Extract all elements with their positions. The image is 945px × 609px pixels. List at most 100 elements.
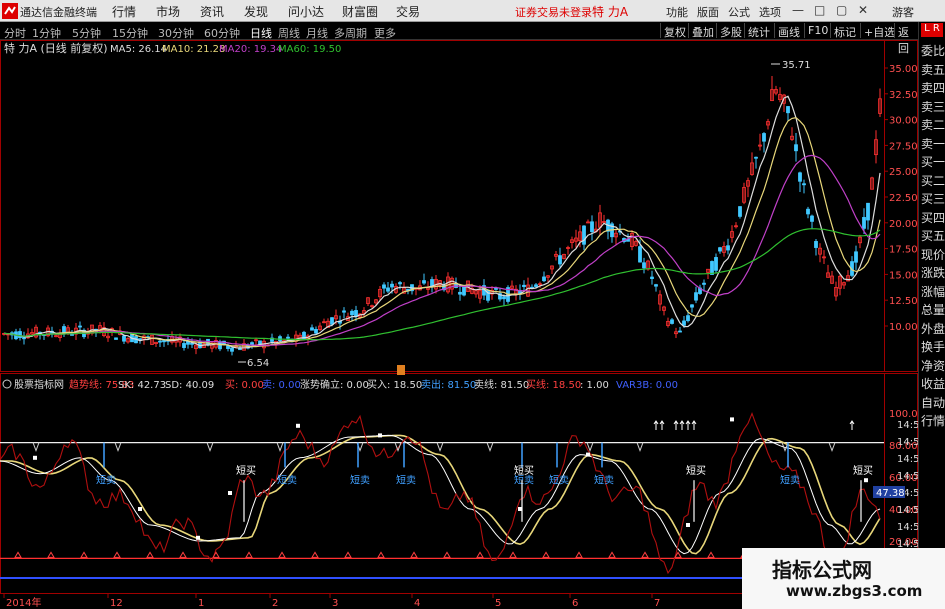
sidebar-item[interactable]: 买一 — [920, 153, 945, 170]
menu-wealth-circle[interactable]: 财富圈 — [342, 3, 378, 20]
candle-body — [754, 156, 758, 159]
sidebar-item[interactable]: 收益 — [920, 375, 945, 392]
link-functions[interactable]: 功能 — [666, 4, 688, 20]
high-annotation: 35.71 — [771, 60, 811, 71]
price-tick-label: 10.00 — [889, 322, 918, 333]
period-15min[interactable]: 15分钟 — [112, 25, 148, 41]
period-multi[interactable]: 多周期 — [334, 25, 367, 41]
close-icon[interactable]: ✕ — [858, 3, 868, 17]
back-button[interactable]: 返回 — [894, 23, 918, 55]
period-more[interactable]: 更多 — [374, 25, 396, 41]
sidebar-item[interactable]: 买四 — [920, 209, 945, 226]
sidebar-item[interactable]: 现价 — [920, 246, 945, 263]
buy-zone-marker — [707, 551, 715, 558]
event-marker-icon[interactable] — [397, 365, 405, 375]
menu-market[interactable]: 市场 — [156, 3, 180, 20]
price-tick-label: 30.00 — [889, 116, 918, 127]
main-legend-stock: 特 力A (日线 前复权) — [4, 41, 108, 55]
date-tick-label: 2014年 — [6, 596, 41, 609]
overlay-button[interactable]: 叠加 — [688, 23, 717, 39]
sidebar-item[interactable]: 卖四 — [920, 79, 945, 96]
draw-line-button[interactable]: 画线 — [774, 23, 803, 39]
sidebar-item[interactable]: 卖三 — [920, 98, 945, 115]
sidebar-item[interactable]: 净资 — [920, 357, 945, 374]
candle-body — [762, 133, 766, 142]
candle-body — [78, 325, 82, 328]
sell-zone-marker — [114, 442, 122, 453]
buy-zone-marker — [14, 551, 22, 558]
menu-ask-xiaoda[interactable]: 问小达 — [288, 3, 324, 20]
price-tick-label: 15.00 — [889, 270, 918, 281]
menu-trade[interactable]: 交易 — [396, 3, 420, 20]
sidebar-item[interactable]: 卖一 — [920, 135, 945, 152]
period-1min[interactable]: 1分钟 — [32, 25, 61, 41]
sidebar-item[interactable]: 换手 — [920, 338, 945, 355]
date-tick-label: 12 — [110, 598, 123, 609]
candle-body — [682, 320, 686, 326]
period-5min[interactable]: 5分钟 — [72, 25, 101, 41]
sidebar-item[interactable]: 买三 — [920, 190, 945, 207]
candle-body — [710, 261, 714, 275]
date-tick-label: 7 — [654, 598, 660, 609]
period-daily[interactable]: 日线 — [250, 25, 272, 41]
buy-zone-marker — [80, 551, 88, 558]
sidebar-item[interactable]: 买二 — [920, 172, 945, 189]
maximize-icon[interactable]: ▢ — [836, 3, 847, 17]
f10-button[interactable]: F10 — [804, 23, 831, 38]
statistics-button[interactable]: 统计 — [744, 23, 773, 39]
sell-zone-marker — [828, 442, 836, 453]
candle-body — [70, 334, 74, 336]
sidebar-item[interactable]: 卖二 — [920, 116, 945, 133]
candle-body — [670, 319, 674, 324]
menu-quotes[interactable]: 行情 — [112, 3, 136, 20]
restore-icon[interactable]: □ — [814, 3, 825, 17]
candle-body — [650, 276, 654, 279]
mark-button[interactable]: 标记 — [830, 23, 859, 39]
period-monthly[interactable]: 月线 — [306, 25, 328, 41]
sell-zone-marker — [636, 442, 644, 453]
link-formula[interactable]: 公式 — [728, 4, 750, 20]
period-weekly[interactable]: 周线 — [278, 25, 300, 41]
period-60min[interactable]: 60分钟 — [204, 25, 240, 41]
link-layout[interactable]: 版面 — [697, 4, 719, 20]
sell-zone-marker — [206, 442, 214, 453]
menu-discover[interactable]: 发现 — [244, 3, 268, 20]
candle-body — [226, 345, 230, 349]
sidebar-item[interactable]: 卖五 — [920, 61, 945, 78]
sidebar-item[interactable]: 外盘 — [920, 320, 945, 337]
buy-zone-marker — [542, 551, 550, 558]
app-title: 通达信金融终端 — [20, 6, 97, 19]
stock-chart[interactable]: 特 力A (日线 前复权) MA5: 26.14MA10: 21.28MA20:… — [0, 40, 918, 609]
sidebar-item[interactable]: 行情 — [920, 412, 945, 429]
buy-zone-marker — [410, 551, 418, 558]
sidebar-item[interactable]: 委比 — [920, 42, 945, 59]
multi-stock-button[interactable]: 多股 — [716, 23, 745, 39]
up-arrow-icon — [679, 420, 685, 430]
sidebar-item[interactable]: 涨跌 — [920, 264, 945, 281]
buy-zone-marker — [575, 551, 583, 558]
indicator-settings-icon[interactable] — [2, 379, 12, 389]
sidebar-item[interactable]: 涨幅 — [920, 283, 945, 300]
link-options[interactable]: 选项 — [759, 4, 781, 20]
period-tick[interactable]: 分时 — [4, 25, 26, 41]
menu-news[interactable]: 资讯 — [200, 3, 224, 20]
buy-zone-marker — [113, 551, 121, 558]
add-watchlist-button[interactable]: +自选 — [860, 23, 898, 39]
adjust-button[interactable]: 复权 — [660, 23, 689, 39]
minimize-icon[interactable]: — — [792, 3, 804, 17]
candle-body — [866, 202, 870, 221]
candle-body — [802, 183, 806, 186]
guest-label[interactable]: 游客 — [892, 4, 914, 20]
stock-name-top: 特 力A — [592, 5, 629, 19]
login-status[interactable]: 证券交易未登录 — [515, 4, 592, 20]
sidebar-item[interactable]: 自动 — [920, 394, 945, 411]
sidebar-item[interactable]: 买五 — [920, 227, 945, 244]
sidebar-item[interactable]: 总量 — [920, 301, 945, 318]
sub-legend-item: 买入: 18.50 — [367, 379, 422, 391]
trend-point — [586, 452, 590, 457]
sub-legend-item: 卖: 0.00 — [262, 379, 301, 391]
buy-signal-label: 短买 — [236, 464, 256, 477]
sidebar-badge[interactable]: L R — [921, 23, 943, 37]
price-axis: 35.00 32.50 30.00 27.50 25.00 22.50 20.00 17.50… — [884, 64, 918, 333]
period-30min[interactable]: 30分钟 — [158, 25, 194, 41]
